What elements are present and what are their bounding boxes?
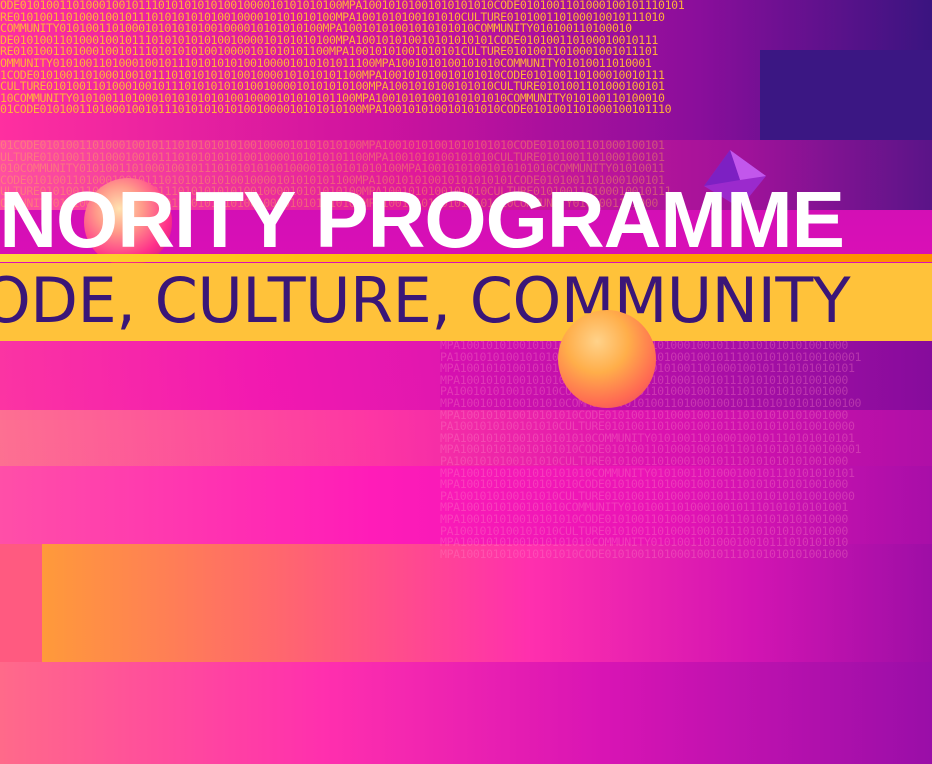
binary-row: 01CODE0101001101000100101110101010101001… <box>0 104 672 116</box>
binary-row: MPA100101010010101010CODE010100110100010… <box>440 513 848 526</box>
binary-row: CULTURE010100110100010010111010101010100… <box>0 81 665 93</box>
gradient-sphere-right <box>558 310 656 408</box>
binary-row: RE01010011010001001011101010101001000010… <box>0 46 659 58</box>
binary-row: MPA100101010010101010CODE010100110100010… <box>440 548 848 561</box>
binary-row: MPA10010101001010101010COMMUNITY01010011… <box>440 537 848 549</box>
binary-row: PA1001010100101010CULTURE010100110100010… <box>440 455 848 468</box>
binary-row: MPA100101010010101010CODE010100110100010… <box>440 444 862 456</box>
binary-row: OMMUNITY01010011010001001011101010101001… <box>0 57 652 70</box>
binary-row: 010COMMUNITY0101001101000100101110101010… <box>0 163 665 175</box>
binary-row: COMMUNITY0101001101000101010101001000010… <box>0 23 632 35</box>
banner-subtitle: ODE, CULTURE, COMMUNITY <box>0 264 851 337</box>
binary-row: RE01010011010001001011101010101010010000… <box>0 11 665 24</box>
binary-row: 01CODE0101001101000100101110101010101001… <box>0 140 665 152</box>
banner-title: INORITY PROGRAMME <box>0 175 845 264</box>
binary-row: MPA100101010010101010CODE010100110100010… <box>440 375 932 387</box>
binary-row: PA1001010100101010CULTURE010100110100010… <box>440 352 932 364</box>
binary-row: MPA1001010100101010COMMUNITY010100110100… <box>440 397 862 410</box>
binary-row: MPA100101010010101010CODE010100110100010… <box>440 409 848 422</box>
binary-row: ODE0101001101000100101110101010101001000… <box>0 0 685 12</box>
binary-row: MPA100101010010101010CODE010100110100010… <box>440 479 848 491</box>
binary-row: ULTURE0101001101000100101110101010101001… <box>0 151 665 164</box>
binary-row: 1CODE01010011010001001011101010101010010… <box>0 69 665 82</box>
binary-row: PA1001010100101010CULTURE010100110100010… <box>440 525 848 538</box>
binary-row: MPA10010101001010101010COMMUNITY01010011… <box>440 432 855 445</box>
binary-row: MPA10010101001010101010COMMUNITY01010011… <box>440 363 932 375</box>
binary-row: 10COMMUNITY01010011010001010101010100100… <box>0 92 665 105</box>
binary-row: PA1001010100101010CULTURE010100110100010… <box>440 421 855 433</box>
binary-code-right-block: MPA100101010010101010CODE010100110100010… <box>440 340 932 560</box>
binary-row: MPA100101010010101010CODE010100110100010… <box>440 340 932 352</box>
bottom-band <box>0 662 932 764</box>
binary-row: MPA10010101001010101010COMMUNITY01010011… <box>440 467 855 480</box>
orange-left-edge <box>0 544 42 662</box>
binary-code-block: ODE0101001101000100101110101010101001000… <box>0 0 932 116</box>
binary-row: PA1001010100101010CULTURE010100110100010… <box>440 386 848 398</box>
binary-row: PA1001010100101010CULTURE010100110100010… <box>440 490 855 503</box>
orange-band <box>42 544 932 662</box>
binary-row: DE01010011010001001011101010101010010000… <box>0 34 659 47</box>
binary-row: MPA1001010100101010COMMUNITY010100110100… <box>440 502 848 514</box>
